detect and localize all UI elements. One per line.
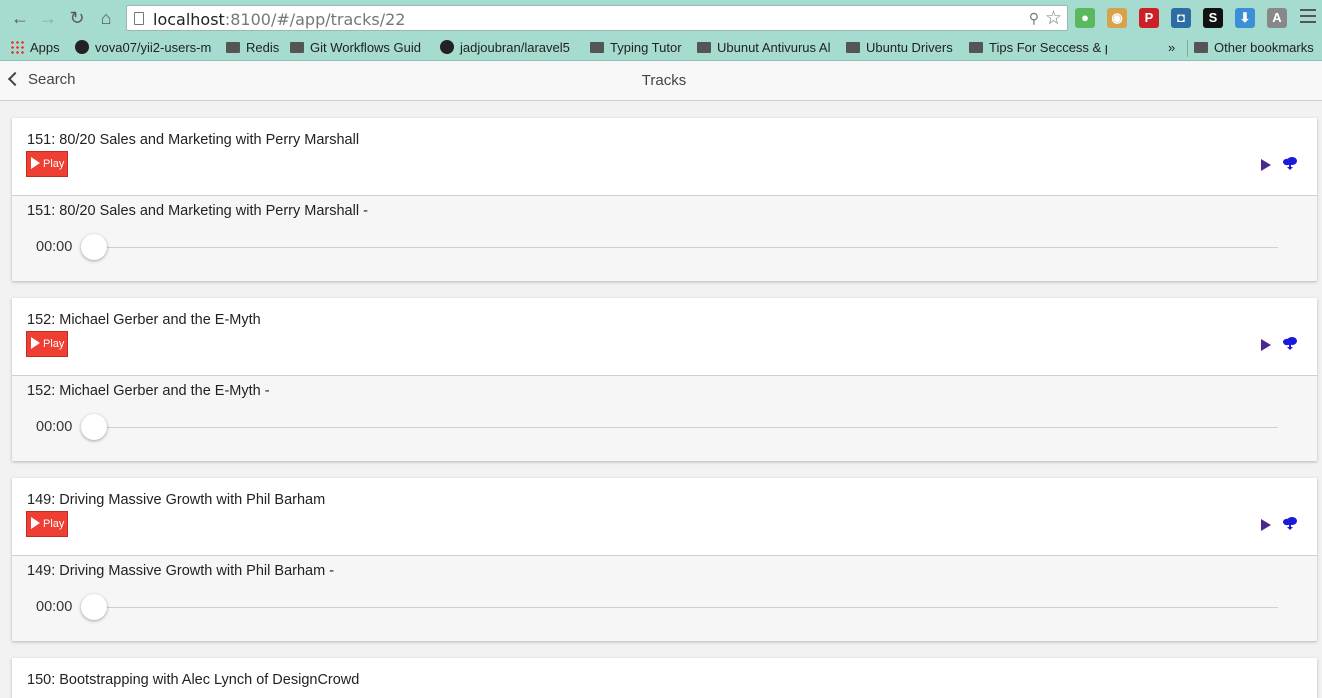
bookmark-label: vova07/yii2-users-m [95,40,212,55]
folder-icon [846,42,860,53]
apps-grid-icon [10,40,24,54]
s-extension-icon[interactable]: S [1203,8,1223,28]
folder-icon [590,42,604,53]
play-icon [31,517,40,529]
folder-icon [290,42,304,53]
play-label: Play [43,338,65,350]
zoom-icon[interactable]: ⚲ [1029,10,1039,27]
track-header: 151: 80/20 Sales and Marketing with Perr… [12,118,1317,196]
bookmark-apps[interactable]: Apps [10,40,60,55]
home-icon[interactable]: ⌂ [96,8,116,28]
play-track-icon[interactable] [1261,339,1271,351]
folder-icon [697,42,711,53]
bookmark-label: Tips For Seccess & p [989,40,1107,55]
cookie-icon[interactable]: ◉ [1107,8,1127,28]
bookmark-other[interactable]: Other bookmarks [1194,40,1314,55]
extension-icon[interactable]: ◘ [1171,8,1191,28]
seek-knob[interactable] [81,234,107,260]
player-title: 152: Michael Gerber and the E-Myth - [27,383,270,399]
play-track-icon[interactable] [1261,159,1271,171]
bookmark-laravel5[interactable]: jadjoubran/laravel5 [440,40,578,55]
folder-icon [969,42,983,53]
bookmark-label: jadjoubran/laravel5 [460,40,570,55]
play-icon [31,157,40,169]
seek-track[interactable] [94,247,1278,248]
bookmark-typing-tutor[interactable]: Typing Tutor [590,40,682,55]
audio-player: 151: 80/20 Sales and Marketing with Perr… [12,196,1317,281]
track-header: 149: Driving Massive Growth with Phil Ba… [12,478,1317,556]
track-title: 150: Bootstrapping with Alec Lynch of De… [27,672,360,688]
bookmark-label: Git Workflows Guid [310,40,422,55]
bookmark-yii2-users[interactable]: vova07/yii2-users-m [75,40,217,55]
bookmark-label: Typing Tutor [610,40,682,55]
bookmark-ubuntu-antivirus[interactable]: Ubunut Antivurus Al [697,40,835,55]
cloud-download-icon[interactable] [1282,516,1298,530]
github-icon [440,40,454,54]
current-time: 00:00 [36,239,73,255]
bookmark-label: Apps [30,40,60,55]
track-card: 149: Driving Massive Growth with Phil Ba… [12,478,1317,641]
seek-track[interactable] [94,607,1278,608]
audio-player: 152: Michael Gerber and the E-Myth - 00:… [12,376,1317,461]
bookmark-label: Redis [246,40,280,55]
back-arrow-icon[interactable]: ← [10,8,30,28]
current-time: 00:00 [36,419,73,435]
play-track-icon[interactable] [1261,519,1271,531]
bookmark-label: Ubunut Antivurus Al [717,40,831,55]
bookmarks-overflow-button[interactable]: » [1168,40,1175,55]
browser-toolbar: ← → ↻ ⌂ localhost:8100/#/app/tracks/22 ⚲… [0,0,1322,36]
track-title: 149: Driving Massive Growth with Phil Ba… [27,492,326,508]
page-title: Tracks [641,72,687,89]
track-card: 151: 80/20 Sales and Marketing with Perr… [12,118,1317,281]
url-path: :8100/#/app/tracks/22 [224,10,406,29]
url-host: localhost [153,10,225,29]
audio-player: 149: Driving Massive Growth with Phil Ba… [12,556,1317,641]
chrome-menu-icon[interactable] [1300,9,1316,27]
folder-icon [226,42,240,53]
forward-arrow-icon[interactable]: → [38,8,58,28]
url-text[interactable]: localhost:8100/#/app/tracks/22 [153,10,405,29]
bookmarks-bar: Apps vova07/yii2-users-m Redis Git Workf… [0,36,1322,61]
bookmark-redis[interactable]: Redis [226,40,279,55]
play-label: Play [43,518,65,530]
play-button[interactable]: Play [26,151,68,177]
bookmark-tips[interactable]: Tips For Seccess & p [969,40,1107,55]
seek-track[interactable] [94,427,1278,428]
track-card: 152: Michael Gerber and the E-Myth Play … [12,298,1317,461]
github-icon [75,40,89,54]
bookmarks-divider [1187,40,1188,57]
track-title: 152: Michael Gerber and the E-Myth [27,312,261,328]
seek-knob[interactable] [81,594,107,620]
play-button[interactable]: Play [26,511,68,537]
player-title: 151: 80/20 Sales and Marketing with Perr… [27,203,368,219]
folder-icon [1194,42,1208,53]
track-card: 150: Bootstrapping with Alec Lynch of De… [12,658,1317,698]
play-icon [31,337,40,349]
address-bar[interactable]: localhost:8100/#/app/tracks/22 ⚲ ☆ [126,5,1068,31]
play-label: Play [43,158,65,170]
seek-knob[interactable] [81,414,107,440]
angular-icon[interactable]: A [1267,8,1287,28]
play-button[interactable]: Play [26,331,68,357]
bookmark-git-workflows[interactable]: Git Workflows Guid [290,40,430,55]
current-time: 00:00 [36,599,73,615]
evernote-icon[interactable]: ● [1075,8,1095,28]
bookmark-label: Other bookmarks [1214,40,1314,55]
bookmark-label: Ubuntu Drivers [866,40,953,55]
page-icon [134,12,144,25]
bookmark-ubuntu-drivers[interactable]: Ubuntu Drivers [846,40,953,55]
pinterest-icon[interactable]: P [1139,8,1159,28]
download-icon[interactable]: ⬇ [1235,8,1255,28]
bookmark-star-icon[interactable]: ☆ [1045,7,1062,30]
track-title: 151: 80/20 Sales and Marketing with Perr… [27,132,360,148]
app-header: Search Tracks [0,61,1322,101]
player-title: 149: Driving Massive Growth with Phil Ba… [27,563,335,579]
cloud-download-icon[interactable] [1282,156,1298,170]
cloud-download-icon[interactable] [1282,336,1298,350]
reload-icon[interactable]: ↻ [67,8,87,28]
track-header: 152: Michael Gerber and the E-Myth Play [12,298,1317,376]
